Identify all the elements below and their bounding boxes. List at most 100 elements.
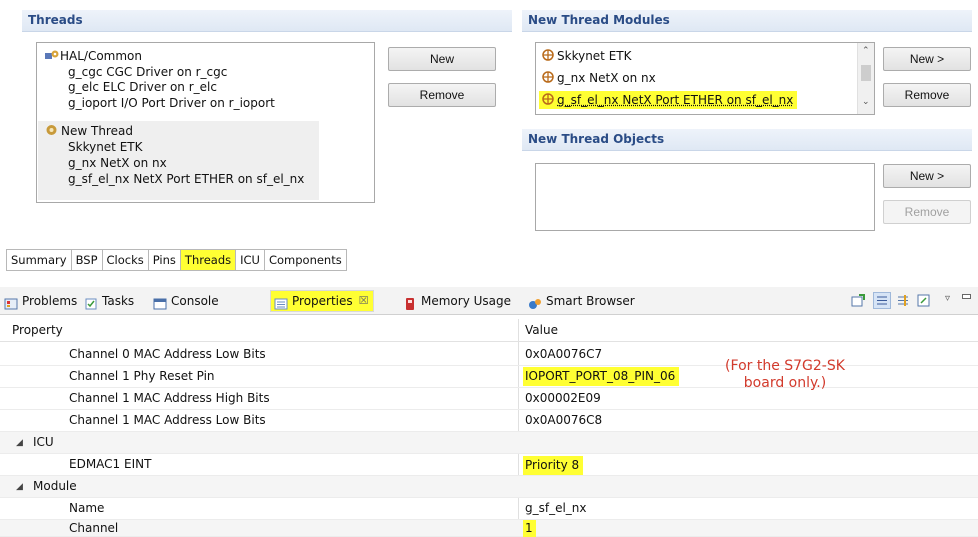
show-categories-icon[interactable]: [873, 292, 891, 309]
property-name: Channel 0 MAC Address Low Bits: [69, 347, 266, 361]
tab-label: Tasks: [102, 294, 135, 308]
tab-properties[interactable]: Properties ☒: [270, 290, 374, 312]
tab-summary[interactable]: Summary: [7, 250, 72, 270]
tree-node-netx[interactable]: g_nx NetX on nx: [68, 156, 167, 170]
property-value[interactable]: 0x00002E09: [525, 388, 601, 409]
collapse-icon[interactable]: ◢: [16, 482, 23, 492]
property-name: Name: [69, 501, 105, 515]
module-icon: [542, 93, 554, 105]
view-menu-icon[interactable]: ▿: [945, 293, 950, 304]
note-line-2: board only.): [743, 375, 827, 391]
problems-icon: [4, 295, 18, 310]
tab-smart-browser[interactable]: Smart Browser: [528, 290, 635, 312]
show-advanced-icon[interactable]: [896, 294, 910, 307]
close-icon[interactable]: ☒: [359, 290, 369, 312]
thread-gear-icon: [45, 124, 58, 136]
module-label: Skkynet ETK: [557, 49, 632, 63]
modules-header: New Thread Modules: [522, 10, 972, 32]
property-row[interactable]: Name g_sf_el_nx: [0, 498, 978, 520]
new-module-button[interactable]: New >: [883, 47, 971, 71]
tab-memory-usage[interactable]: Memory Usage: [403, 290, 511, 312]
properties-icon: [274, 295, 288, 310]
tree-label: New Thread: [61, 124, 133, 138]
tab-clocks[interactable]: Clocks: [103, 250, 149, 270]
property-group-row[interactable]: ◢ Module: [0, 476, 978, 498]
property-name: Channel 1 Phy Reset Pin: [69, 369, 215, 383]
scroll-thumb[interactable]: [861, 65, 871, 81]
tab-problems[interactable]: Problems: [4, 290, 77, 312]
scroll-up-icon[interactable]: ⌃: [862, 46, 870, 56]
module-icon: [542, 49, 554, 61]
tab-label: Memory Usage: [421, 294, 512, 308]
config-tabs: Summary BSP Clocks Pins Threads ICU Comp…: [6, 249, 347, 271]
property-name: Channel: [69, 521, 119, 535]
hal-common-icon: [45, 49, 59, 61]
tab-bsp[interactable]: BSP: [72, 250, 103, 270]
property-value[interactable]: 0x0A0076C7: [525, 344, 602, 365]
tree-node-elc[interactable]: g_elc ELC Driver on r_elc: [68, 80, 217, 94]
threads-tree[interactable]: HAL/Common g_cgc CGC Driver on r_cgc g_e…: [36, 42, 375, 203]
scroll-down-icon[interactable]: ⌄: [862, 97, 870, 107]
tab-components[interactable]: Components: [265, 250, 346, 270]
property-group-name: ICU: [33, 435, 54, 449]
remove-module-button[interactable]: Remove: [883, 83, 971, 107]
tab-tasks[interactable]: Tasks: [84, 290, 134, 312]
console-icon: [153, 295, 167, 310]
modules-list[interactable]: Skkynet ETK g_nx NetX on nx g_sf_el_nx N…: [535, 42, 875, 115]
module-icon: [542, 71, 554, 83]
property-value[interactable]: Priority 8: [523, 456, 584, 475]
minimize-icon[interactable]: [962, 294, 971, 299]
smart-browser-icon: [528, 295, 542, 309]
module-item-sf-el-nx[interactable]: g_sf_el_nx NetX Port ETHER on sf_el_nx: [539, 91, 798, 109]
modules-scrollbar[interactable]: ⌃ ⌄: [857, 43, 874, 114]
tree-node-hal-common[interactable]: HAL/Common: [45, 49, 142, 63]
tab-console[interactable]: Console: [153, 290, 219, 312]
tree-label: g_sf_el_nx NetX Port ETHER on sf_el_nx: [68, 172, 305, 186]
tree-label: g_ioport I/O Port Driver on r_ioport: [68, 96, 275, 110]
tab-pins[interactable]: Pins: [149, 250, 181, 270]
pin-view-icon[interactable]: [851, 294, 865, 307]
property-group-name: Module: [33, 479, 77, 493]
module-label: g_sf_el_nx NetX Port ETHER on sf_el_nx: [557, 93, 794, 107]
tree-node-skkynet[interactable]: Skkynet ETK: [68, 140, 142, 154]
tree-node-ioport[interactable]: g_ioport I/O Port Driver on r_ioport: [68, 96, 275, 110]
tree-label: g_nx NetX on nx: [68, 156, 167, 170]
column-header-property[interactable]: Property: [12, 319, 63, 341]
tree-label: HAL/Common: [60, 49, 143, 63]
tree-node-new-thread[interactable]: New Thread: [45, 124, 133, 138]
property-row[interactable]: EDMAC1 EINT Priority 8: [0, 454, 978, 476]
objects-header: New Thread Objects: [522, 129, 972, 151]
tab-icu[interactable]: ICU: [236, 250, 265, 270]
new-thread-button[interactable]: New: [388, 47, 496, 71]
property-name: Channel 1 MAC Address High Bits: [69, 391, 270, 405]
objects-list[interactable]: [535, 163, 875, 231]
memory-icon: [403, 295, 417, 310]
tree-label: g_cgc CGC Driver on r_cgc: [68, 65, 228, 79]
tree-label: Skkynet ETK: [68, 140, 143, 154]
header-underline: [0, 341, 978, 342]
property-value[interactable]: IOPORT_PORT_08_PIN_06: [523, 367, 680, 386]
board-note-annotation: (For the S7G2-SK board only.): [700, 358, 870, 392]
views-toolbar: Problems Tasks Console Properties ☒ Memo…: [0, 287, 978, 315]
tab-label: Console: [171, 294, 219, 308]
restore-default-icon[interactable]: [917, 294, 931, 307]
module-item-skkynet[interactable]: Skkynet ETK: [542, 49, 631, 63]
property-group-row[interactable]: ◢ ICU: [0, 432, 978, 454]
tab-label: Smart Browser: [546, 294, 635, 308]
property-value[interactable]: 0x0A0076C8: [525, 410, 602, 431]
column-header-value[interactable]: Value: [525, 319, 558, 341]
property-row[interactable]: Channel 1 MAC Address Low Bits 0x0A0076C…: [0, 410, 978, 432]
property-value[interactable]: 1: [523, 520, 536, 537]
tree-node-sf-el-nx[interactable]: g_sf_el_nx NetX Port ETHER on sf_el_nx: [68, 172, 304, 186]
property-name: Channel 1 MAC Address Low Bits: [69, 413, 266, 427]
tree-label: g_elc ELC Driver on r_elc: [68, 80, 217, 94]
remove-thread-button[interactable]: Remove: [388, 83, 496, 107]
property-value[interactable]: g_sf_el_nx: [525, 498, 587, 519]
new-object-button[interactable]: New >: [883, 164, 971, 188]
tree-node-cgc[interactable]: g_cgc CGC Driver on r_cgc: [68, 65, 227, 79]
module-item-netx[interactable]: g_nx NetX on nx: [542, 71, 656, 85]
property-row[interactable]: Channel 1: [0, 520, 978, 537]
tab-threads[interactable]: Threads: [180, 250, 237, 270]
remove-object-button[interactable]: Remove: [883, 200, 971, 224]
collapse-icon[interactable]: ◢: [16, 438, 23, 448]
